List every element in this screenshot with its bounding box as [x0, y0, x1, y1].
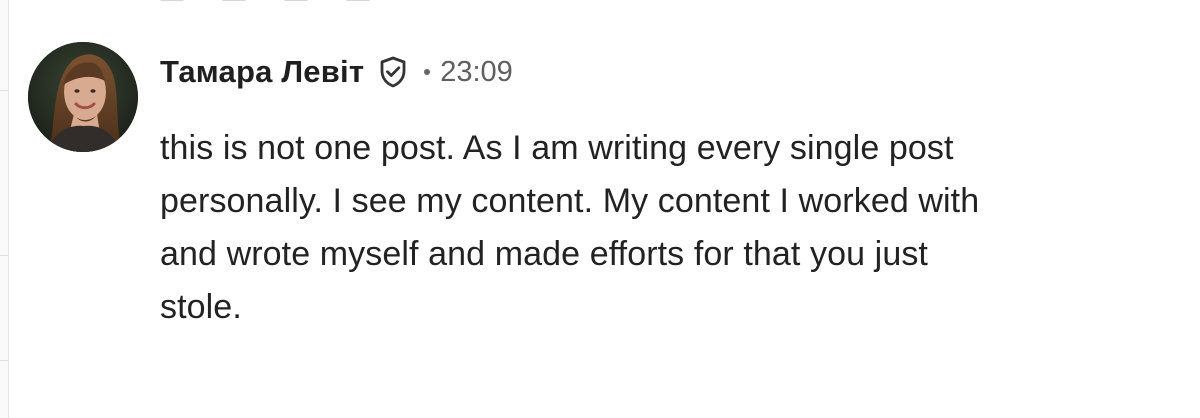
fragment-bar [160, 0, 184, 1]
message-line: personally. I see my content. My content… [160, 182, 980, 220]
separator-dot [424, 69, 431, 75]
message-line: and wrote myself and made efforts for th… [160, 235, 928, 273]
rail-divider [0, 255, 8, 256]
comment-screen: Тамара Левіт 23:09 this is not one post.… [0, 0, 1200, 418]
message-line: stole. [160, 288, 242, 326]
avatar[interactable] [28, 42, 138, 152]
author-name[interactable]: Тамара Левіт [160, 54, 364, 90]
shield-check-icon [376, 55, 410, 89]
comment-message: this is not one post. As I am writing ev… [160, 122, 1140, 334]
fragment-bar [284, 0, 308, 1]
fragment-bar [346, 0, 370, 1]
previous-content-fragment [160, 0, 370, 4]
rail-divider [0, 90, 8, 91]
message-line: this is not one post. As I am writing ev… [160, 129, 954, 167]
avatar-image [28, 42, 138, 152]
left-rail [0, 0, 9, 418]
timestamp: 23:09 [440, 55, 513, 88]
comment-header: Тамара Левіт 23:09 [160, 52, 513, 92]
fragment-bar [222, 0, 246, 1]
rail-divider [0, 360, 8, 361]
